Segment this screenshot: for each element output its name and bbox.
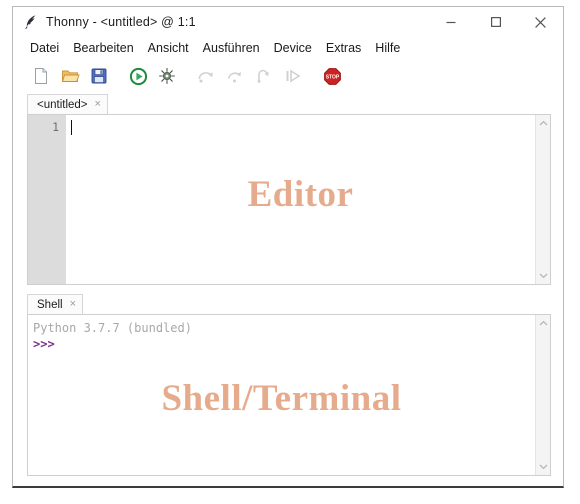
editor-tab-label: <untitled>: [37, 98, 88, 111]
editor-caret: [71, 120, 72, 135]
toolbar: STOP: [13, 59, 563, 93]
editor-tab-untitled[interactable]: <untitled> ×: [27, 94, 108, 114]
chevron-down-icon[interactable]: [537, 269, 550, 282]
chevron-up-icon[interactable]: [537, 317, 550, 330]
editor-body: 1 Editor: [27, 114, 551, 285]
menu-item-hilfe[interactable]: Hilfe: [368, 40, 407, 56]
step-out-icon[interactable]: [252, 64, 276, 88]
feather-quill-icon: [22, 13, 40, 31]
menu-item-device[interactable]: Device: [267, 40, 319, 56]
editor-vertical-scrollbar[interactable]: [535, 115, 550, 284]
panes-container: <untitled> × 1 Editor Shell × Python 3.7…: [13, 93, 563, 486]
editor-line-number: 1: [52, 120, 59, 134]
menu-item-datei[interactable]: Datei: [23, 40, 66, 56]
resume-icon[interactable]: [281, 64, 305, 88]
step-over-icon[interactable]: [194, 64, 218, 88]
title-bar: Thonny - <untitled> @ 1:1: [13, 7, 563, 37]
shell-tab-label: Shell: [37, 298, 63, 311]
shell-vertical-scrollbar[interactable]: [535, 315, 550, 475]
editor-tabstrip: <untitled> ×: [27, 93, 551, 114]
floppy-save-icon[interactable]: [87, 64, 111, 88]
menu-item-ausfuehren[interactable]: Ausführen: [196, 40, 267, 56]
step-into-icon[interactable]: [223, 64, 247, 88]
editor-pane: <untitled> × 1 Editor: [27, 93, 551, 285]
pane-splitter[interactable]: [27, 285, 551, 293]
editor-text-area[interactable]: Editor: [66, 115, 535, 284]
editor-tab-close-icon[interactable]: ×: [95, 99, 101, 110]
minimize-icon[interactable]: [428, 7, 473, 37]
menu-item-ansicht[interactable]: Ansicht: [141, 40, 196, 56]
editor-scroll-track[interactable]: [536, 130, 550, 269]
chevron-up-icon[interactable]: [537, 117, 550, 130]
close-icon[interactable]: [518, 7, 563, 37]
shell-tab-close-icon[interactable]: ×: [70, 299, 76, 310]
run-play-icon[interactable]: [126, 64, 150, 88]
shell-body: Python 3.7.7 (bundled) >>> Shell/Termina…: [27, 314, 551, 476]
stop-label: STOP: [325, 74, 339, 80]
shell-tabstrip: Shell ×: [27, 293, 551, 314]
shell-watermark: Shell/Terminal: [161, 378, 402, 419]
shell-prompt: >>>: [33, 337, 55, 351]
shell-tab[interactable]: Shell ×: [27, 294, 84, 314]
window-controls: [428, 7, 563, 37]
debug-bug-icon[interactable]: [155, 64, 179, 88]
thonny-window: Thonny - <untitled> @ 1:1 Datei Bearbeit…: [12, 6, 564, 488]
shell-scroll-track[interactable]: [536, 330, 550, 460]
maximize-icon[interactable]: [473, 7, 518, 37]
stop-octagon-icon[interactable]: STOP: [320, 64, 344, 88]
shell-pane: Shell × Python 3.7.7 (bundled) >>> Shell…: [27, 293, 551, 476]
menu-item-bearbeiten[interactable]: Bearbeiten: [66, 40, 140, 56]
chevron-down-icon[interactable]: [537, 460, 550, 473]
editor-gutter: 1: [28, 115, 66, 284]
editor-watermark: Editor: [247, 174, 354, 215]
shell-banner: Python 3.7.7 (bundled): [33, 321, 192, 335]
menu-bar: Datei Bearbeiten Ansicht Ausführen Devic…: [13, 37, 563, 59]
window-title: Thonny - <untitled> @ 1:1: [46, 15, 196, 29]
open-folder-icon[interactable]: [58, 64, 82, 88]
menu-item-extras[interactable]: Extras: [319, 40, 368, 56]
new-document-icon[interactable]: [29, 64, 53, 88]
shell-text-area[interactable]: Python 3.7.7 (bundled) >>> Shell/Termina…: [28, 315, 535, 475]
